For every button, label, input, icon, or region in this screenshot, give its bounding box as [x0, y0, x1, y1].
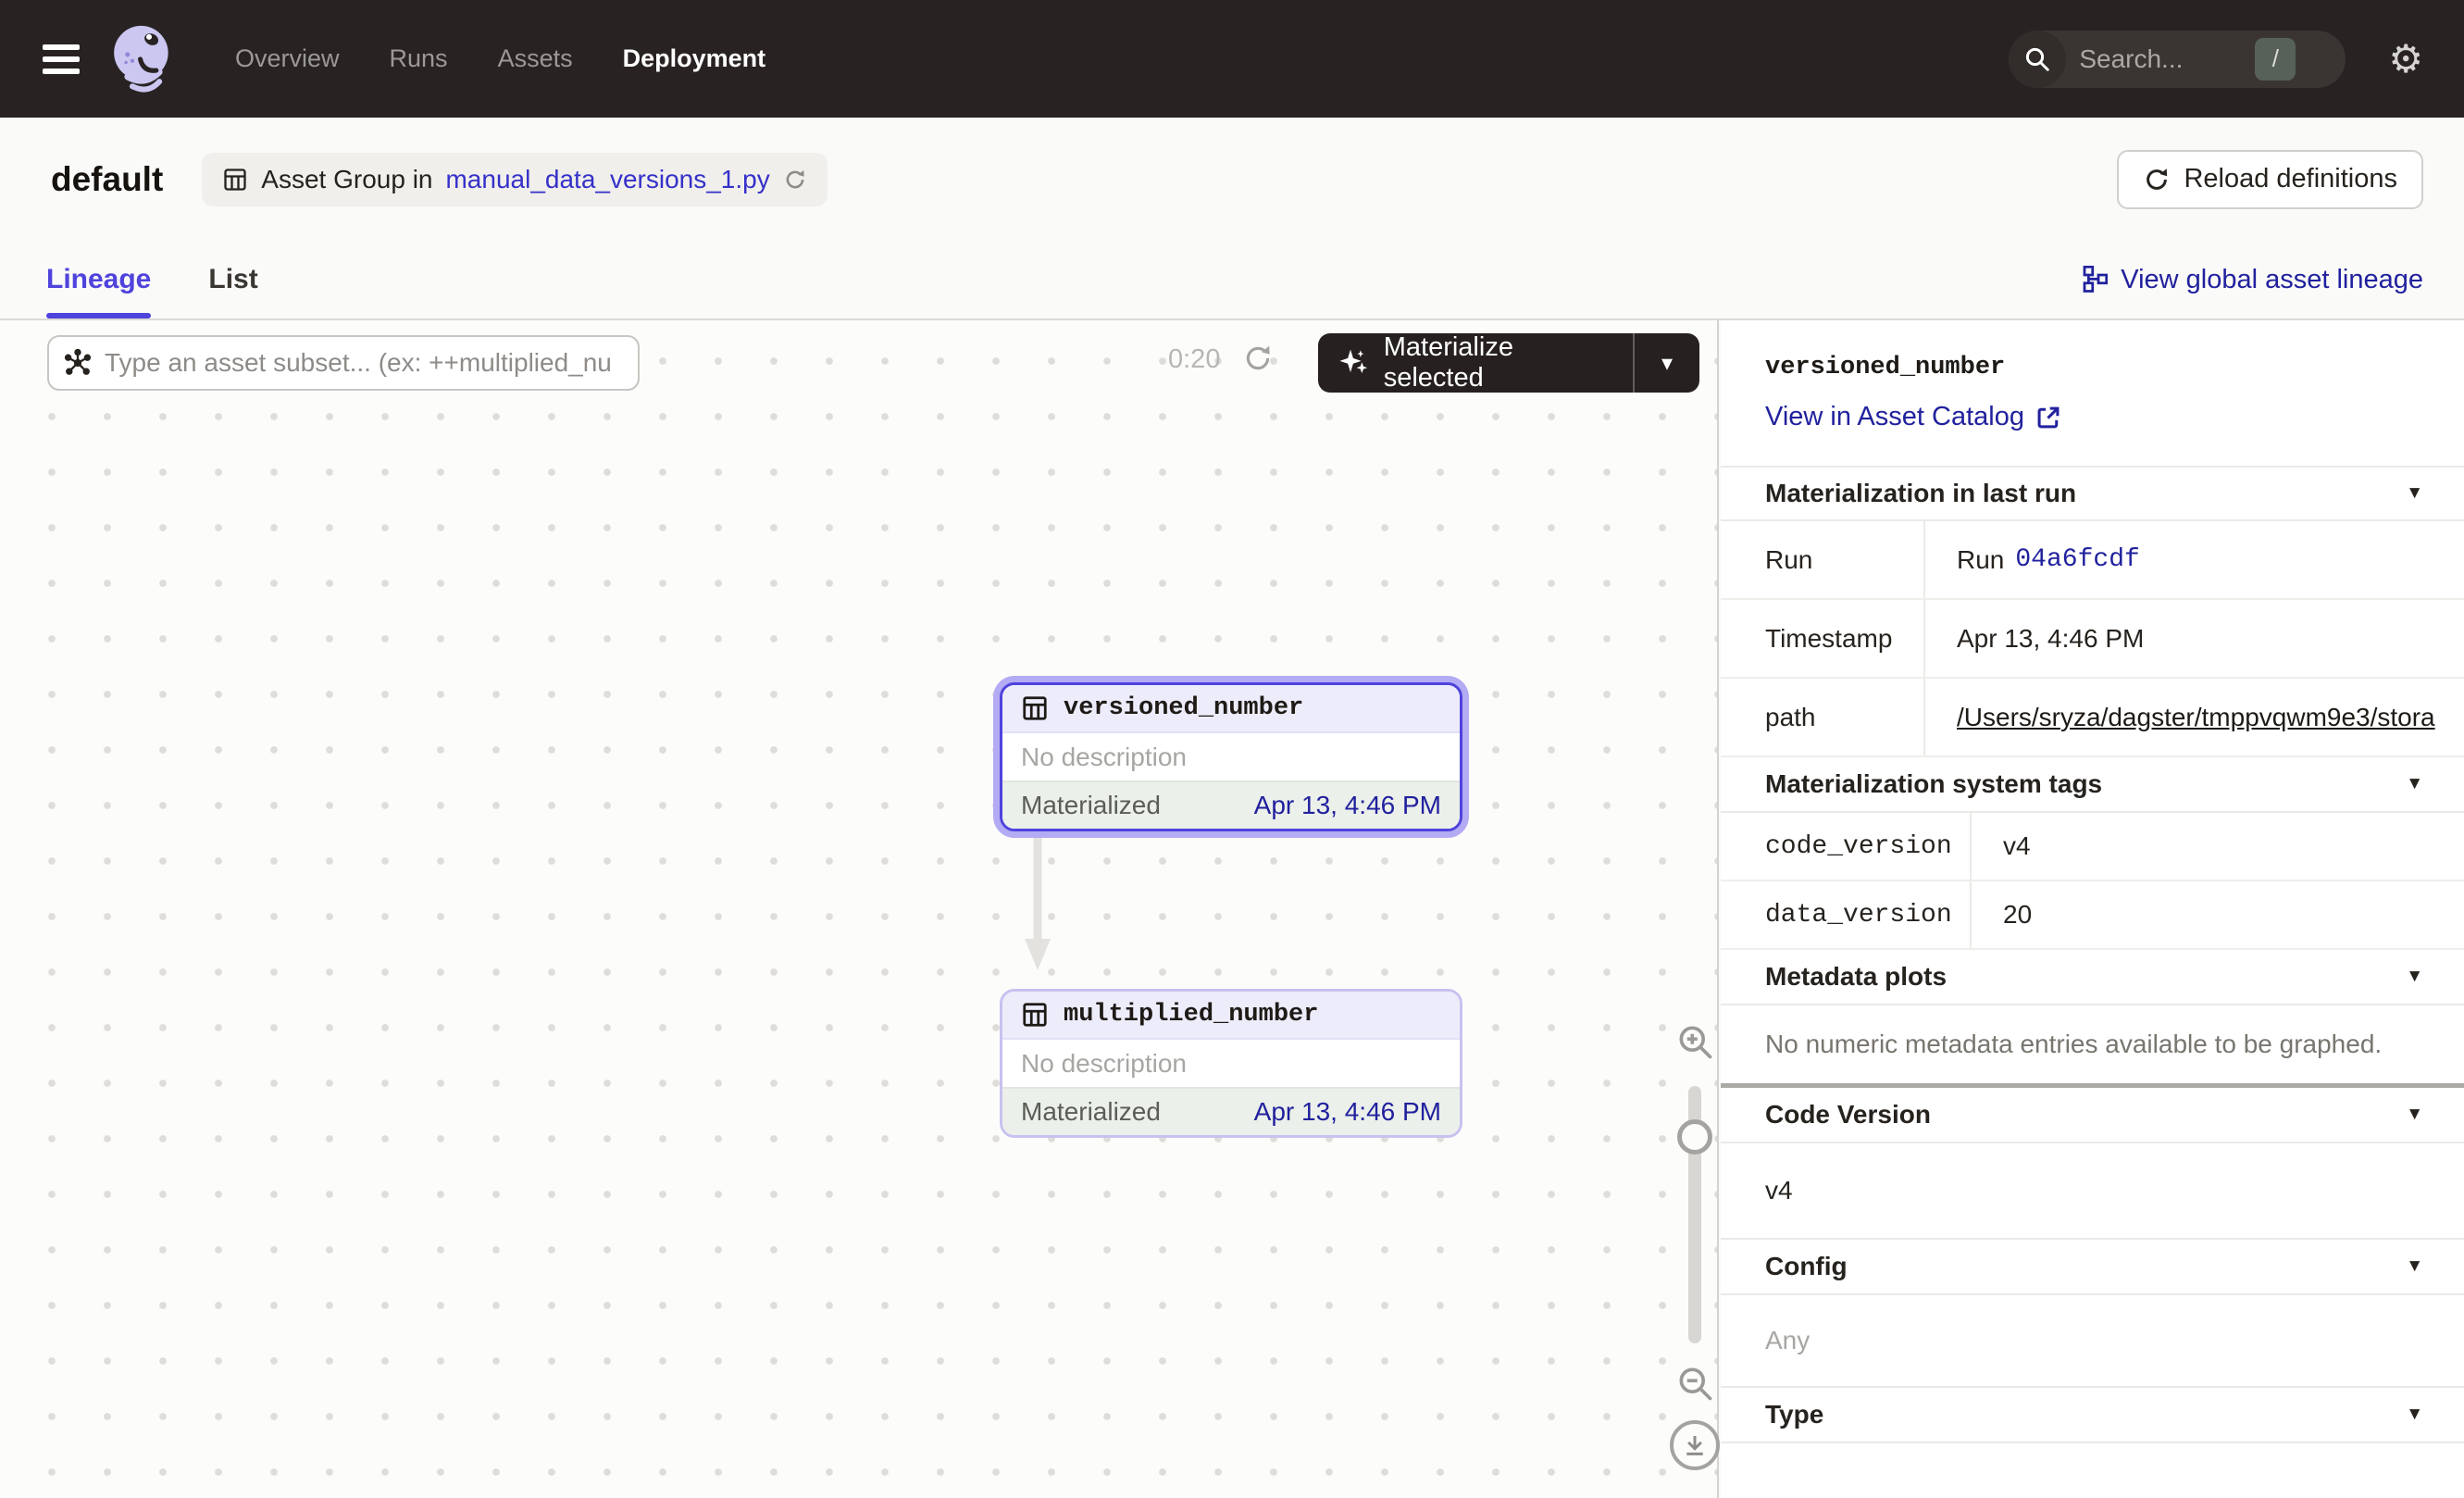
nav-item-overview[interactable]: Overview — [235, 44, 340, 73]
tabs-row: Lineage List View global asset lineage — [0, 241, 2464, 320]
reload-icon — [2143, 166, 2171, 193]
nav-item-runs[interactable]: Runs — [390, 44, 448, 73]
nav-item-deployment[interactable]: Deployment — [623, 44, 766, 73]
reload-definitions-label: Reload definitions — [2184, 164, 2397, 194]
asset-subset-filter[interactable] — [47, 335, 640, 391]
system-tags-table: code_version v4 data_version 20 — [1721, 813, 2464, 950]
nav-links: Overview Runs Assets Deployment — [235, 44, 765, 73]
graph-refresh-icon[interactable] — [1242, 343, 1274, 374]
chevron-down-icon: ▼ — [2406, 483, 2423, 504]
zoom-in-icon[interactable] — [1674, 1021, 1715, 1062]
section-config[interactable]: Config▼ — [1721, 1240, 2464, 1295]
chevron-down-icon: ▼ — [2406, 967, 2423, 987]
asset-details-panel: versioned_number View in Asset Catalog M… — [1721, 320, 2464, 1498]
asset-group-badge: Asset Group in manual_data_versions_1.py — [202, 153, 827, 206]
asset-subset-input[interactable] — [105, 348, 623, 378]
view-in-asset-catalog-label: View in Asset Catalog — [1765, 402, 2024, 432]
table-row-path: path /Users/sryza/dagster/tmppvqwm9e3/st… — [1721, 679, 2464, 757]
chevron-down-icon: ▼ — [2406, 1105, 2423, 1125]
tab-lineage[interactable]: Lineage — [46, 241, 151, 318]
chevron-down-icon: ▼ — [2406, 774, 2423, 794]
page-header: default Asset Group in manual_data_versi… — [0, 118, 2464, 241]
asset-group-grid-icon — [222, 167, 248, 193]
badge-refresh-icon[interactable] — [783, 168, 807, 192]
run-prefix: Run — [1957, 545, 2004, 575]
download-graph-button[interactable] — [1670, 1420, 1720, 1470]
asset-node-versioned-number[interactable]: versioned_number No description Material… — [1000, 682, 1462, 831]
lineage-edge — [1024, 835, 1052, 970]
main-content: 0:20 Materialize selected ▾ — [0, 320, 2464, 1498]
section-type[interactable]: Type▼ — [1721, 1388, 2464, 1443]
materialize-selected-label: Materialize selected — [1384, 332, 1612, 393]
chevron-down-icon: ▼ — [2406, 1256, 2423, 1277]
asset-node-description: No description — [1002, 733, 1460, 780]
table-row-timestamp: Timestamp Apr 13, 4:46 PM — [1721, 600, 2464, 679]
hamburger-menu-icon[interactable] — [43, 44, 80, 74]
lineage-graph-canvas[interactable]: 0:20 Materialize selected ▾ — [0, 320, 1719, 1498]
asset-node-name: multiplied_number — [1064, 1001, 1318, 1029]
search-icon — [2009, 31, 2066, 88]
asset-group-label: Asset Group in — [261, 165, 432, 194]
tab-list[interactable]: List — [208, 241, 257, 318]
dagster-logo[interactable] — [104, 19, 183, 99]
view-in-asset-catalog-link[interactable]: View in Asset Catalog — [1765, 402, 2420, 432]
asset-node-timestamp[interactable]: Apr 13, 4:46 PM — [1254, 1097, 1441, 1127]
asset-group-file-link[interactable]: manual_data_versions_1.py — [445, 165, 769, 194]
asset-subset-icon — [64, 349, 92, 377]
top-nav: Overview Runs Assets Deployment / ⚙ — [0, 0, 2464, 118]
search-input[interactable] — [2079, 44, 2255, 74]
panel-asset-name: versioned_number — [1765, 354, 2420, 381]
asset-node-multiplied-number[interactable]: multiplied_number No description Materia… — [1000, 989, 1462, 1138]
sparkle-icon — [1338, 346, 1371, 380]
chevron-down-icon: ▼ — [2406, 1404, 2423, 1425]
asset-node-status: Materialized — [1021, 791, 1161, 820]
code-version-value: v4 — [1721, 1143, 2464, 1240]
materialize-selected-button[interactable]: Materialize selected ▾ — [1318, 333, 1699, 393]
asset-node-name: versioned_number — [1064, 694, 1303, 722]
section-materialization-in-last-run[interactable]: Materialization in last run▼ — [1721, 466, 2464, 521]
nav-item-assets[interactable]: Assets — [498, 44, 573, 73]
refresh-countdown: 0:20 — [1168, 344, 1220, 375]
table-icon — [1021, 694, 1049, 722]
settings-gear-icon[interactable]: ⚙ — [2388, 40, 2423, 79]
materialize-dropdown-caret[interactable]: ▾ — [1633, 333, 1699, 393]
view-global-asset-lineage-label: View global asset lineage — [2121, 265, 2423, 295]
page-title: default — [51, 160, 163, 199]
table-row-run: Run Run04a6fcdf — [1721, 521, 2464, 600]
config-value: Any — [1721, 1295, 2464, 1388]
asset-node-status: Materialized — [1021, 1097, 1161, 1127]
external-link-icon — [2035, 405, 2061, 431]
table-icon — [1021, 1001, 1049, 1029]
asset-node-description: No description — [1002, 1040, 1460, 1087]
lineage-graph-icon — [2080, 266, 2108, 293]
section-metadata-plots[interactable]: Metadata plots▼ — [1721, 950, 2464, 1005]
global-search[interactable]: / — [2009, 31, 2346, 88]
last-run-table: Run Run04a6fcdf Timestamp Apr 13, 4:46 P… — [1721, 521, 2464, 757]
search-shortcut-badge: / — [2255, 38, 2296, 81]
section-code-version[interactable]: Code Version▼ — [1721, 1088, 2464, 1143]
asset-node-timestamp[interactable]: Apr 13, 4:46 PM — [1254, 791, 1441, 820]
zoom-slider-handle[interactable] — [1677, 1119, 1712, 1155]
view-global-asset-lineage-link[interactable]: View global asset lineage — [2080, 265, 2423, 295]
path-link[interactable]: /Users/sryza/dagster/tmppvqwm9e3/stora — [1957, 703, 2435, 732]
metadata-plots-empty-note: No numeric metadata entries available to… — [1721, 1005, 2464, 1083]
table-row-code-version: code_version v4 — [1721, 813, 2464, 881]
reload-definitions-button[interactable]: Reload definitions — [2117, 150, 2423, 209]
section-materialization-system-tags[interactable]: Materialization system tags▼ — [1721, 757, 2464, 813]
zoom-out-icon[interactable] — [1674, 1363, 1715, 1404]
table-row-data-version: data_version 20 — [1721, 881, 2464, 950]
run-id-link[interactable]: 04a6fcdf — [2015, 545, 2139, 574]
